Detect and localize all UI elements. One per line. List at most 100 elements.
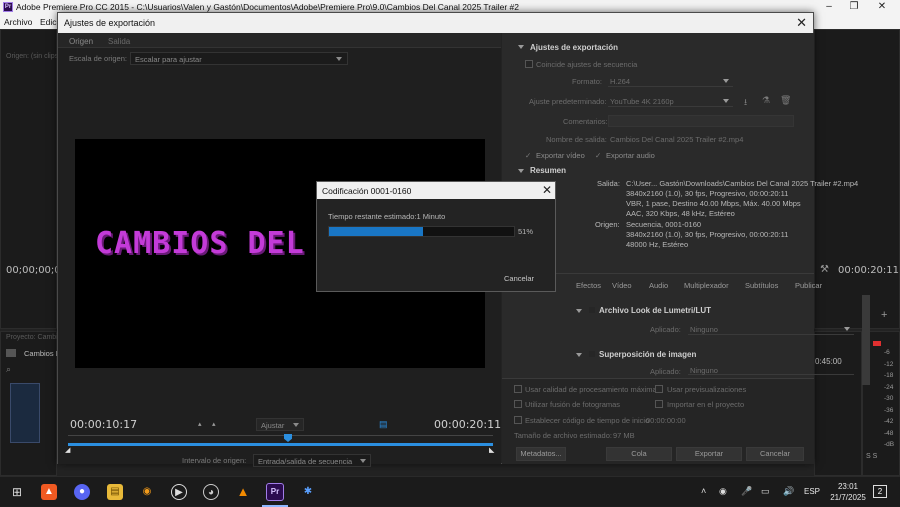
record-icon[interactable]: ◉: [719, 486, 727, 497]
premiere-logo-icon: Pr: [3, 2, 13, 12]
windows-taskbar: ⊞ ▲ ● ▤ ◉ ▶ ◕ ▲ Pr ✱ ˄ ◉ 🎤 ▭ 🔊 ESP 23:01…: [0, 476, 900, 507]
match-sequence-checkbox[interactable]: [525, 60, 533, 68]
tab-origen[interactable]: Origen: [69, 37, 93, 46]
encoding-cancel-button[interactable]: Cancelar: [504, 274, 534, 283]
dialog-titlebar: Ajustes de exportación ✕: [58, 13, 813, 33]
clip-thumbnail[interactable]: [10, 383, 40, 443]
comments-input[interactable]: [608, 115, 794, 127]
dialog-close-icon[interactable]: ✕: [796, 15, 807, 31]
tab-efectos[interactable]: Efectos: [576, 281, 601, 290]
media-player-icon[interactable]: ▶: [171, 484, 187, 500]
format-select[interactable]: H.264: [608, 75, 733, 87]
tab-video[interactable]: Vídeo: [612, 281, 632, 290]
collapse-icon[interactable]: [576, 353, 582, 357]
clock-date[interactable]: 21/7/2025: [826, 493, 870, 502]
chevron-down-icon: [293, 423, 299, 427]
file-size-label: Tamaño de archivo estimado:: [514, 431, 612, 440]
tab-publicar[interactable]: Publicar: [795, 281, 822, 290]
clock-time[interactable]: 23:01: [833, 482, 863, 491]
import-preset-icon[interactable]: ⚗: [762, 95, 770, 106]
discord-icon[interactable]: ●: [74, 484, 90, 500]
chevron-down-icon: [360, 459, 366, 463]
overlay-checkbox[interactable]: [588, 350, 596, 358]
bg-timecode-left: 00;00;00;0: [6, 265, 61, 276]
preset-select[interactable]: YouTube 4K 2160p: [608, 95, 733, 107]
delete-preset-icon[interactable]: 🗑: [780, 95, 791, 106]
metadata-button[interactable]: Metadatos...: [516, 447, 566, 461]
cancel-button[interactable]: Cancelar: [746, 447, 804, 461]
overlay-select[interactable]: Ninguno: [688, 365, 854, 375]
chevron-down-icon: [723, 79, 729, 83]
use-previews-checkbox[interactable]: [655, 385, 663, 393]
lumetri-header: Archivo Look de Lumetri/LUT: [599, 306, 712, 315]
output-name-link[interactable]: Cambios Del Canal 2025 Trailer #2.mp4: [610, 135, 743, 144]
tab-salida[interactable]: Salida: [108, 37, 130, 46]
export-audio-checkbox[interactable]: ✓: [595, 151, 601, 160]
export-video-label: Exportar vídeo: [536, 151, 585, 160]
source-range-select[interactable]: Entrada/salida de secuencia: [253, 454, 371, 467]
import-project-checkbox[interactable]: [655, 400, 663, 408]
frame-blend-checkbox[interactable]: [514, 400, 522, 408]
mark-in-icon[interactable]: ▴: [198, 420, 202, 428]
preset-label: Ajuste predeterminado:: [529, 97, 607, 106]
max-quality-label: Usar calidad de procesamiento máxima: [525, 385, 657, 394]
tab-multiplexador[interactable]: Multiplexador: [684, 281, 729, 290]
lumetri-checkbox[interactable]: [588, 306, 596, 314]
tab-audio[interactable]: Audio: [649, 281, 668, 290]
microphone-icon[interactable]: 🎤: [741, 486, 752, 497]
obs-icon[interactable]: ◕: [203, 484, 219, 500]
encoding-close-icon[interactable]: ✕: [542, 183, 552, 197]
app-icon[interactable]: ✱: [300, 484, 316, 500]
timeline-ruler: [68, 435, 493, 436]
collapse-icon[interactable]: [576, 309, 582, 313]
playhead-icon[interactable]: [284, 434, 292, 442]
chevron-down-icon: [336, 57, 342, 61]
project-item[interactable]: Cambios D: [24, 349, 61, 358]
battery-icon[interactable]: ▭: [761, 486, 770, 497]
premiere-icon[interactable]: Pr: [266, 483, 284, 501]
queue-button[interactable]: Cola: [606, 447, 672, 461]
summary-source-label: Origen:: [595, 220, 620, 229]
work-area-bar[interactable]: [68, 443, 493, 446]
minimize-icon[interactable]: –: [817, 0, 841, 14]
source-scaling-select[interactable]: Escalar para ajustar: [130, 52, 348, 65]
crop-icon[interactable]: ▤: [379, 419, 388, 430]
preview-title-text: CAMBIOS DEL C: [95, 226, 343, 261]
max-quality-checkbox[interactable]: [514, 385, 522, 393]
encoding-progress-bar: [328, 226, 515, 237]
blender-icon[interactable]: ◉: [139, 484, 155, 500]
export-video-checkbox[interactable]: ✓: [525, 151, 531, 160]
start-tc-checkbox[interactable]: [514, 416, 522, 424]
restore-icon[interactable]: ❐: [842, 0, 866, 14]
vlc-icon[interactable]: ▲: [235, 484, 251, 500]
fit-select[interactable]: Ajustar: [256, 418, 304, 431]
collapse-icon[interactable]: [518, 45, 524, 49]
language-indicator[interactable]: ESP: [804, 487, 820, 496]
in-point-icon[interactable]: ◢: [65, 446, 70, 454]
close-icon[interactable]: ✕: [870, 0, 894, 14]
output-name-label: Nombre de salida:: [546, 135, 607, 144]
menu-edicion[interactable]: Edici: [40, 17, 58, 27]
notifications-icon[interactable]: 2: [873, 485, 887, 498]
menu-archivo[interactable]: Archivo: [4, 17, 32, 27]
windows-start-icon[interactable]: ⊞: [9, 484, 25, 500]
encoding-dialog: Codificación 0001-0160 ✕ Tiempo restante…: [316, 181, 556, 292]
chevron-up-icon[interactable]: ˄: [701, 486, 706, 496]
lumetri-select[interactable]: Ninguno: [688, 323, 854, 335]
collapse-icon[interactable]: [518, 169, 524, 173]
meter-solo[interactable]: S S: [866, 453, 877, 460]
search-icon[interactable]: ⌕: [6, 364, 11, 375]
tab-subtitulos[interactable]: Subtítulos: [745, 281, 778, 290]
brave-icon[interactable]: ▲: [41, 484, 57, 500]
wrench-icon[interactable]: ⚒: [820, 264, 829, 275]
out-point-icon[interactable]: ◣: [489, 446, 494, 454]
file-explorer-icon[interactable]: ▤: [107, 484, 123, 500]
add-icon[interactable]: +: [881, 309, 887, 321]
source-label: Origen: (sin clips): [6, 53, 61, 60]
start-tc-value[interactable]: 00:00:00:00: [646, 416, 686, 425]
mark-out-icon[interactable]: ▴: [212, 420, 216, 428]
speaker-icon[interactable]: 🔊: [783, 486, 794, 497]
save-preset-icon[interactable]: ⭳: [744, 95, 747, 111]
export-button[interactable]: Exportar: [676, 447, 742, 461]
settings-scrollbar[interactable]: [862, 295, 870, 385]
